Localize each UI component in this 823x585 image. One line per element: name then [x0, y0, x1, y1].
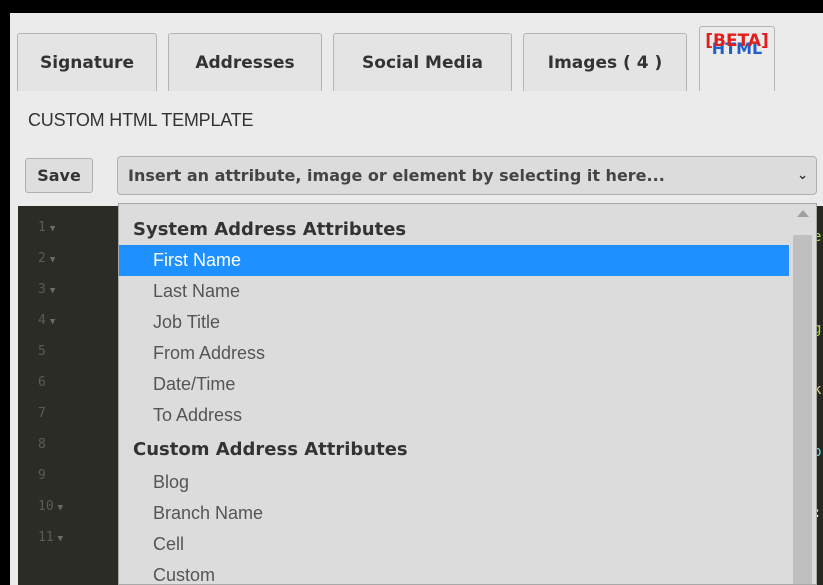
line-number: 4 ▼ — [38, 313, 88, 328]
fold-arrow-icon[interactable]: ▼ — [50, 286, 55, 296]
tab-addresses[interactable]: Addresses — [168, 33, 322, 91]
fold-arrow-icon[interactable]: ▼ — [58, 534, 63, 544]
save-button[interactable]: Save — [25, 158, 93, 193]
fold-arrow-icon[interactable]: ▼ — [58, 503, 63, 513]
line-number-text: 10 — [38, 499, 54, 514]
scroll-thumb[interactable] — [793, 235, 812, 584]
line-number: 3 ▼ — [38, 282, 88, 297]
line-number-text: 3 — [38, 282, 46, 297]
line-number: 2 ▼ — [38, 251, 88, 266]
line-number-text: 2 — [38, 251, 46, 266]
option-job-title[interactable]: Job Title — [119, 307, 789, 338]
line-number-text: 8 — [38, 437, 46, 452]
option-branch-name[interactable]: Branch Name — [119, 498, 789, 529]
chevron-down-icon: ⌄ — [797, 168, 808, 183]
line-number-text: 4 — [38, 313, 46, 328]
option-to-address[interactable]: To Address — [119, 400, 789, 431]
scroll-up-arrow-icon[interactable] — [797, 210, 809, 217]
line-number: 8 — [38, 437, 88, 452]
line-number: 10 ▼ — [38, 499, 88, 514]
line-number: 1 ▼ — [38, 220, 88, 235]
option-last-name[interactable]: Last Name — [119, 276, 789, 307]
option-from-address[interactable]: From Address — [119, 338, 789, 369]
attribute-dropdown-list[interactable]: System Address Attributes First Name Las… — [118, 203, 817, 585]
line-number: 7 — [38, 406, 88, 421]
dropdown-scrollbar[interactable] — [790, 204, 816, 584]
line-number-text: 9 — [38, 468, 46, 483]
line-number-text: 11 — [38, 530, 54, 545]
tab-bar: Signature Addresses Social Media Images … — [10, 13, 823, 91]
line-number: 9 — [38, 468, 88, 483]
tab-signature[interactable]: Signature — [17, 33, 157, 91]
option-custom[interactable]: Custom — [119, 560, 789, 584]
line-number: 5 — [38, 344, 88, 359]
fold-arrow-icon[interactable]: ▼ — [50, 224, 55, 234]
signature-editor-panel: Signature Addresses Social Media Images … — [10, 13, 823, 585]
beta-badge: [BETA] — [705, 31, 769, 51]
option-date-time[interactable]: Date/Time — [119, 369, 789, 400]
line-number: 6 — [38, 375, 88, 390]
option-cell[interactable]: Cell — [119, 529, 789, 560]
option-blog[interactable]: Blog — [119, 467, 789, 498]
line-number-text: 1 — [38, 220, 46, 235]
fold-arrow-icon[interactable]: ▼ — [50, 255, 55, 265]
group-custom-address-attributes: Custom Address Attributes — [133, 439, 408, 460]
select-placeholder: Insert an attribute, image or element by… — [128, 166, 665, 185]
group-system-address-attributes: System Address Attributes — [133, 219, 407, 240]
fold-arrow-icon[interactable]: ▼ — [50, 317, 55, 327]
tab-images[interactable]: Images ( 4 ) — [523, 33, 687, 91]
line-number-text: 5 — [38, 344, 46, 359]
section-title: CUSTOM HTML TEMPLATE — [28, 110, 254, 130]
line-number-text: 6 — [38, 375, 46, 390]
line-gutter: 1 ▼ 2 ▼ 3 ▼ 4 ▼ 5 6 7 8 9 10 ▼ 11 ▼ — [18, 206, 118, 585]
line-number-text: 7 — [38, 406, 46, 421]
option-first-name[interactable]: First Name — [119, 245, 789, 276]
tab-social-media[interactable]: Social Media — [333, 33, 512, 91]
line-number: 11 ▼ — [38, 530, 88, 545]
insert-attribute-select[interactable]: Insert an attribute, image or element by… — [117, 156, 817, 195]
tab-html[interactable]: [BETA] HTML — [699, 26, 775, 91]
